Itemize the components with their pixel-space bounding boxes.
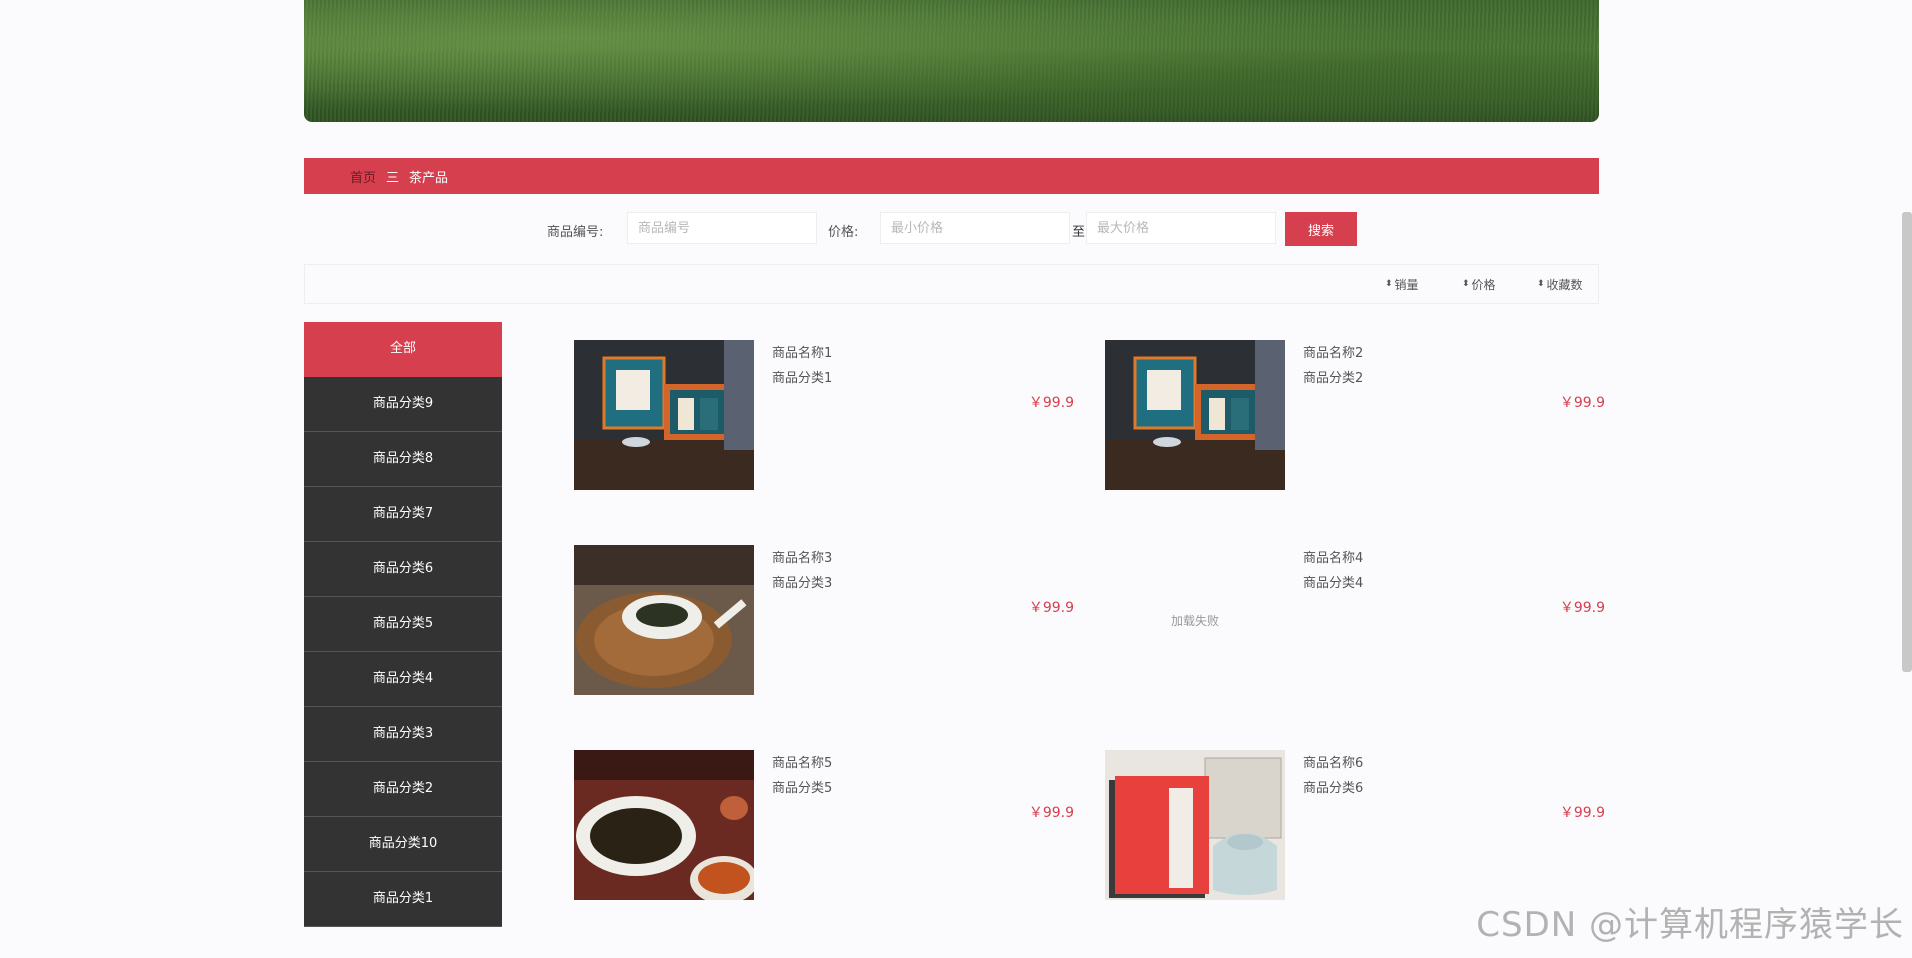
sort-favorites-label: 收藏数 — [1546, 278, 1583, 292]
breadcrumb-current: 茶产品 — [409, 170, 449, 186]
price-label: 价格: — [828, 225, 859, 240]
product-name[interactable]: 商品名称6 — [1303, 752, 1363, 771]
product-card[interactable]: 商品名称6 商品分类6 ￥99.9 — [1105, 750, 1605, 910]
product-price: ￥99.9 — [1028, 395, 1074, 411]
category-list: 全部 商品分类9 商品分类8 商品分类7 商品分类6 商品分类5 商品分类4 商… — [304, 322, 502, 927]
category-item[interactable]: 商品分类9 — [304, 377, 502, 432]
search-form: 商品编号: 价格: 至 搜索 — [304, 212, 1599, 246]
banner-image — [304, 0, 1599, 122]
product-image[interactable] — [574, 750, 754, 900]
product-card[interactable]: 商品名称3 商品分类3 ￥99.9 — [574, 545, 1074, 705]
page-scrollbar[interactable] — [1902, 212, 1912, 672]
category-item[interactable]: 商品分类2 — [304, 762, 502, 817]
category-item[interactable]: 商品分类8 — [304, 432, 502, 487]
category-item[interactable]: 商品分类7 — [304, 487, 502, 542]
category-item[interactable]: 商品分类4 — [304, 652, 502, 707]
breadcrumb-separator: 三 — [386, 170, 400, 186]
product-price: ￥99.9 — [1559, 600, 1605, 616]
product-image[interactable] — [1105, 750, 1285, 900]
product-category: 商品分类5 — [772, 781, 833, 796]
min-price-input[interactable] — [880, 212, 1070, 244]
sort-icon: ⬍ — [1462, 279, 1470, 289]
sort-favorites[interactable]: ⬍ 收藏数 — [1537, 276, 1583, 293]
sort-sales-label: 销量 — [1394, 278, 1419, 292]
product-name[interactable]: 商品名称2 — [1303, 342, 1363, 361]
product-card[interactable]: 加载失败 商品名称4 商品分类4 ￥99.9 — [1105, 545, 1605, 705]
sort-sales[interactable]: ⬍ 销量 — [1385, 276, 1419, 293]
category-item[interactable]: 商品分类3 — [304, 707, 502, 762]
product-card[interactable]: 商品名称1 商品分类1 ￥99.9 — [574, 340, 1074, 500]
product-category: 商品分类1 — [772, 371, 833, 386]
product-price: ￥99.9 — [1559, 805, 1605, 821]
tea-leaves-plate-image — [574, 545, 754, 695]
product-price: ￥99.9 — [1028, 600, 1074, 616]
watermark: CSDN @计算机程序猿学长 — [1476, 905, 1904, 945]
product-category: 商品分类6 — [1303, 781, 1364, 796]
category-item[interactable]: 商品分类5 — [304, 597, 502, 652]
code-input[interactable] — [627, 212, 817, 244]
product-image[interactable] — [574, 340, 754, 490]
price-to-label: 至 — [1072, 225, 1086, 240]
category-item[interactable]: 商品分类1 — [304, 872, 502, 927]
tea-gift-box-image — [574, 340, 754, 490]
product-image[interactable] — [1105, 340, 1285, 490]
product-category: 商品分类2 — [1303, 371, 1364, 386]
product-image[interactable] — [574, 545, 754, 695]
product-price: ￥99.9 — [1559, 395, 1605, 411]
search-button[interactable]: 搜索 — [1285, 212, 1357, 246]
breadcrumb: 首页 三 茶产品 — [304, 158, 1599, 194]
product-category: 商品分类4 — [1303, 576, 1364, 591]
tea-gift-box-image — [1105, 340, 1285, 490]
breadcrumb-home[interactable]: 首页 — [350, 167, 376, 186]
category-item[interactable]: 商品分类10 — [304, 817, 502, 872]
sort-icon: ⬍ — [1537, 279, 1545, 289]
image-load-failed: 加载失败 — [1170, 613, 1219, 628]
sort-icon: ⬍ — [1385, 279, 1393, 289]
product-category: 商品分类3 — [772, 576, 833, 591]
product-name[interactable]: 商品名称5 — [772, 752, 832, 771]
category-item[interactable]: 全部 — [304, 322, 502, 377]
product-name[interactable]: 商品名称1 — [772, 342, 832, 361]
max-price-input[interactable] — [1086, 212, 1276, 244]
product-name[interactable]: 商品名称4 — [1303, 547, 1363, 566]
tea-leaves-bowl-image — [574, 750, 754, 900]
product-card[interactable]: 商品名称2 商品分类2 ￥99.9 — [1105, 340, 1605, 500]
product-price: ￥99.9 — [1028, 805, 1074, 821]
sort-price-label: 价格 — [1471, 278, 1496, 292]
product-name[interactable]: 商品名称3 — [772, 547, 832, 566]
code-label: 商品编号: — [547, 225, 604, 240]
tea-box-jar-image — [1105, 750, 1285, 900]
product-card[interactable]: 商品名称5 商品分类5 ￥99.9 — [574, 750, 1074, 910]
sort-price[interactable]: ⬍ 价格 — [1462, 276, 1496, 293]
sort-bar: ⬍ 销量 ⬍ 价格 ⬍ 收藏数 — [304, 264, 1599, 304]
category-item[interactable]: 商品分类6 — [304, 542, 502, 597]
